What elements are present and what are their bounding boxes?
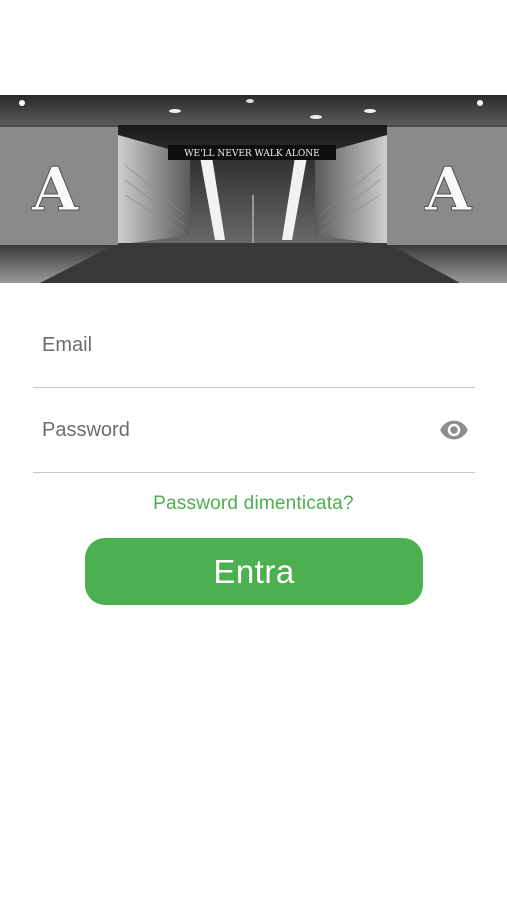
left-logo: A — [31, 155, 80, 225]
tunnel-photo: WE'LL NEVER WALK ALONE A A — [0, 95, 507, 283]
password-field[interactable] — [40, 387, 424, 474]
email-field-container — [33, 302, 475, 389]
forgot-password-link[interactable]: Password dimenticata? — [0, 493, 507, 515]
login-button[interactable]: Entra — [85, 538, 423, 605]
hero-image: WE'LL NEVER WALK ALONE A A — [0, 95, 507, 283]
email-field[interactable] — [40, 302, 424, 389]
eye-icon[interactable] — [439, 415, 469, 445]
banner-text: WE'LL NEVER WALK ALONE — [184, 149, 319, 159]
right-logo: A — [424, 155, 473, 225]
password-field-container — [33, 387, 475, 474]
